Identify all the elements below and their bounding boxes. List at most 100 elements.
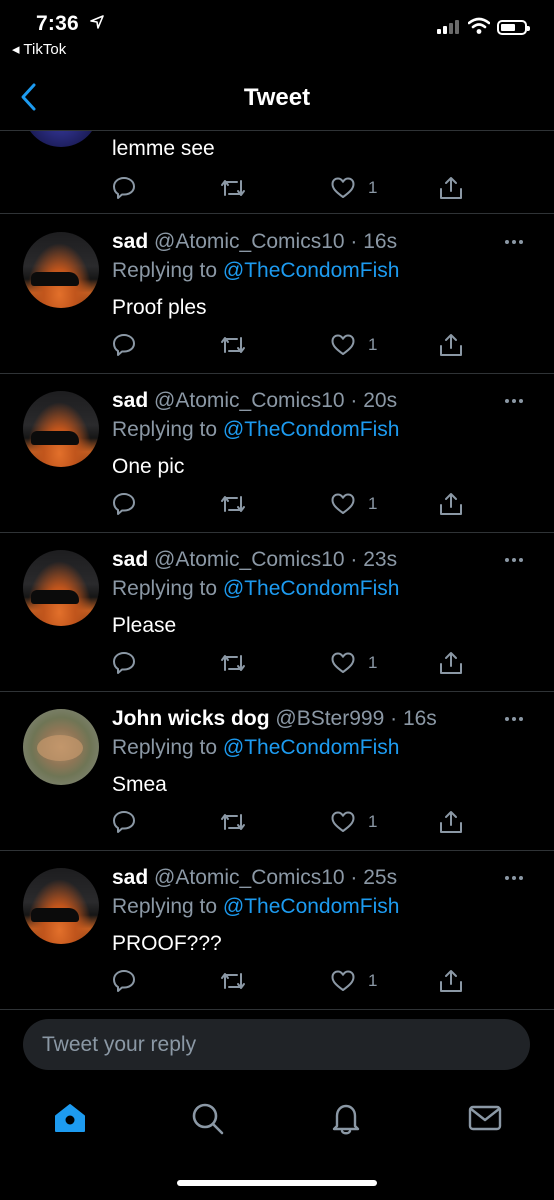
partial-tweet[interactable]: lemme see 1	[0, 131, 554, 214]
tweet-text: lemme see	[112, 137, 215, 160]
display-name[interactable]: sad	[112, 230, 148, 253]
replying-to: Replying to @TheCondomFish	[112, 259, 400, 282]
mention-link[interactable]: @TheCondomFish	[223, 895, 400, 918]
handle[interactable]: @Atomic_Comics10	[154, 548, 345, 571]
bottom-tab-bar	[0, 1085, 554, 1155]
tweet-actions: 1	[0, 968, 554, 998]
handle[interactable]: @BSter999	[275, 707, 384, 730]
like-button[interactable]: 1	[330, 175, 377, 201]
heart-icon	[331, 334, 355, 355]
tweet-header: sad @Atomic_Comics10 · 23s	[112, 548, 398, 571]
reply-button[interactable]	[111, 175, 137, 201]
tweet[interactable]: sad @Atomic_Comics10 · 25s Replying to @…	[0, 850, 554, 1010]
tweet-header: John wicks dog @BSter999 · 16s	[112, 707, 437, 730]
avatar[interactable]	[23, 131, 99, 147]
mention-link[interactable]: @TheCondomFish	[223, 418, 400, 441]
more-options-icon[interactable]	[505, 876, 523, 880]
more-options-icon[interactable]	[505, 717, 523, 721]
tweet-actions: 1	[0, 650, 554, 680]
more-options-icon[interactable]	[505, 240, 523, 244]
avatar[interactable]	[23, 709, 99, 785]
retweet-button[interactable]	[219, 809, 247, 835]
share-button[interactable]	[438, 175, 464, 201]
like-button[interactable]: 1	[330, 968, 377, 994]
share-button[interactable]	[438, 332, 464, 358]
timestamp: 20s	[363, 389, 398, 412]
avatar[interactable]	[23, 550, 99, 626]
reply-button[interactable]	[111, 491, 137, 517]
share-icon	[440, 177, 462, 199]
tweet[interactable]: sad @Atomic_Comics10 · 16s Replying to @…	[0, 214, 554, 374]
tweet[interactable]: sad @Atomic_Comics10 · 23s Replying to @…	[0, 532, 554, 692]
reply-button[interactable]	[111, 332, 137, 358]
share-button[interactable]	[438, 491, 464, 517]
more-options-icon[interactable]	[505, 399, 523, 403]
home-indicator[interactable]	[177, 1180, 377, 1186]
handle[interactable]: @Atomic_Comics10	[154, 389, 345, 412]
heart-icon	[331, 493, 355, 514]
like-button[interactable]: 1	[330, 332, 377, 358]
share-button[interactable]	[438, 968, 464, 994]
more-options-icon[interactable]	[505, 558, 523, 562]
reply-icon	[113, 334, 135, 356]
reply-icon	[113, 970, 135, 992]
tweet-text: Please	[112, 614, 177, 637]
avatar[interactable]	[23, 391, 99, 467]
mail-icon[interactable]	[467, 1100, 503, 1136]
like-button[interactable]: 1	[330, 809, 377, 835]
tweet-header: sad @Atomic_Comics10 · 20s	[112, 389, 398, 412]
heart-icon	[331, 652, 355, 673]
share-button[interactable]	[438, 809, 464, 835]
tweet[interactable]: John wicks dog @BSter999 · 16s Replying …	[0, 691, 554, 851]
like-count: 1	[368, 812, 378, 831]
retweet-icon	[221, 180, 245, 196]
retweet-button[interactable]	[219, 968, 247, 994]
reply-input[interactable]	[23, 1019, 530, 1070]
tweet[interactable]: sad @Atomic_Comics10 · 20s Replying to @…	[0, 373, 554, 533]
home-icon[interactable]	[52, 1100, 88, 1136]
reply-button[interactable]	[111, 968, 137, 994]
reply-button[interactable]	[111, 650, 137, 676]
handle[interactable]: @Atomic_Comics10	[154, 230, 345, 253]
bell-icon[interactable]	[328, 1100, 364, 1136]
display-name[interactable]: sad	[112, 548, 148, 571]
retweet-button[interactable]	[219, 175, 247, 201]
mention-link[interactable]: @TheCondomFish	[223, 577, 400, 600]
share-button[interactable]	[438, 650, 464, 676]
display-name[interactable]: sad	[112, 866, 148, 889]
replying-to: Replying to @TheCondomFish	[112, 736, 400, 759]
reply-button[interactable]	[111, 809, 137, 835]
share-icon	[440, 652, 462, 674]
avatar[interactable]	[23, 232, 99, 308]
retweet-button[interactable]	[219, 650, 247, 676]
retweet-button[interactable]	[219, 491, 247, 517]
display-name[interactable]: John wicks dog	[112, 707, 270, 730]
tweet-actions: 1	[0, 332, 554, 362]
retweet-icon	[221, 496, 245, 512]
handle[interactable]: @Atomic_Comics10	[154, 866, 345, 889]
timestamp: 16s	[402, 707, 437, 730]
like-button[interactable]: 1	[330, 650, 377, 676]
share-icon	[440, 334, 462, 356]
share-icon	[440, 493, 462, 515]
tweet-text: Proof ples	[112, 296, 207, 319]
search-icon[interactable]	[189, 1100, 225, 1136]
mention-link[interactable]: @TheCondomFish	[223, 259, 400, 282]
retweet-button[interactable]	[219, 332, 247, 358]
like-button[interactable]: 1	[330, 491, 377, 517]
avatar[interactable]	[23, 868, 99, 944]
replying-to: Replying to @TheCondomFish	[112, 577, 400, 600]
back-to-app-link[interactable]: ◂ TikTok	[12, 40, 66, 58]
replying-to: Replying to @TheCondomFish	[112, 418, 400, 441]
tweet-text: Smea	[112, 773, 167, 796]
status-time: 7:36	[36, 12, 79, 35]
location-arrow-icon	[90, 15, 104, 29]
tweet-actions: 1	[0, 175, 554, 205]
like-count: 1	[368, 971, 378, 990]
tweet-header: sad @Atomic_Comics10 · 25s	[112, 866, 398, 889]
tweet-header: sad @Atomic_Comics10 · 16s	[112, 230, 398, 253]
mention-link[interactable]: @TheCondomFish	[223, 736, 400, 759]
heart-icon	[331, 970, 355, 991]
display-name[interactable]: sad	[112, 389, 148, 412]
timestamp: 25s	[363, 866, 398, 889]
